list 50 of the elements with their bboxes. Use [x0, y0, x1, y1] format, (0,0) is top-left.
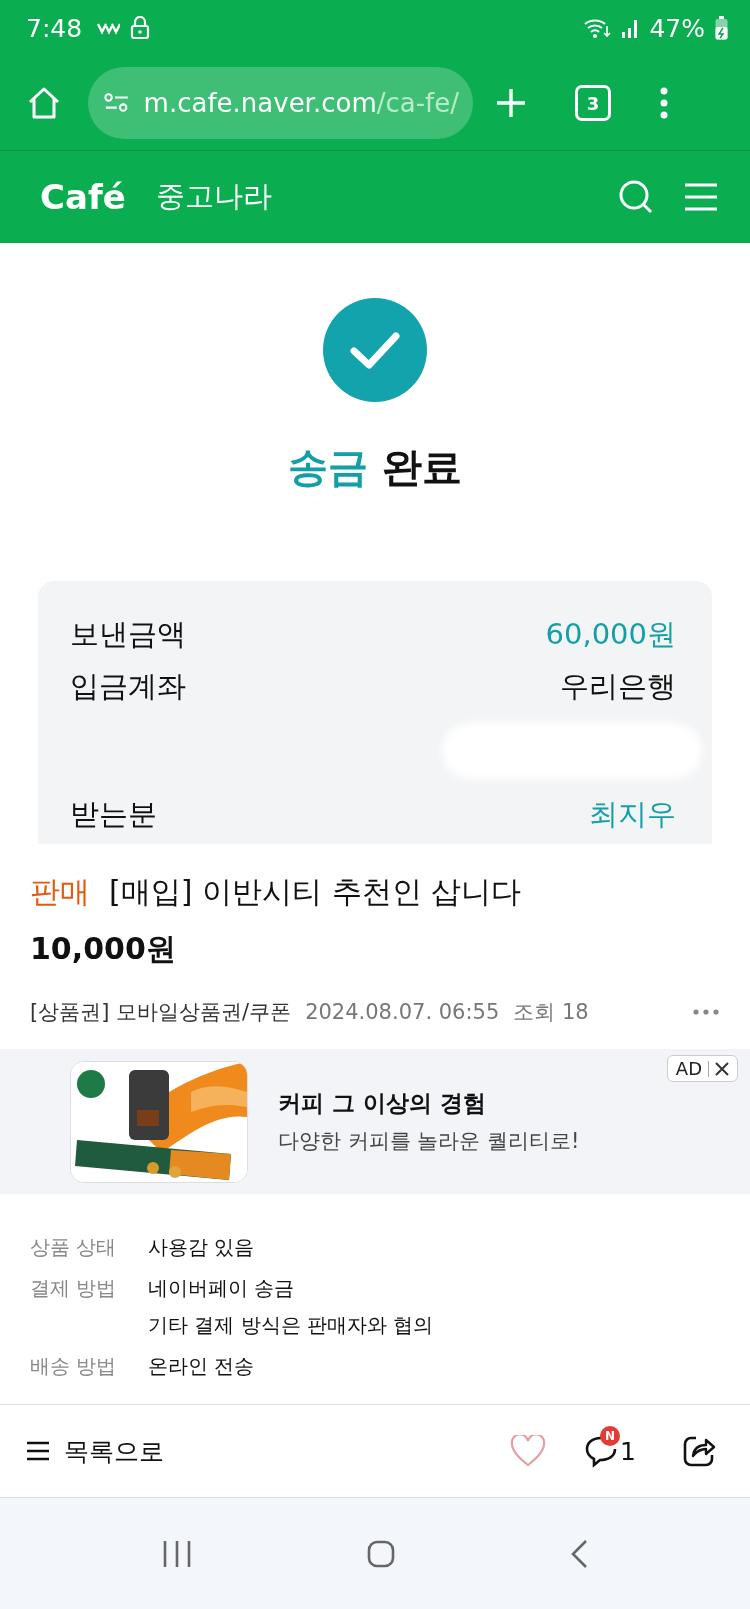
site-settings-icon[interactable] — [104, 91, 130, 115]
transfer-complete-title: 송금 완료 — [288, 443, 462, 492]
new-badge: N — [600, 1426, 621, 1446]
clock-time: 7:48 — [26, 13, 83, 43]
list-icon — [26, 1441, 50, 1461]
summary-value: 최지우 — [589, 796, 676, 833]
check-circle-icon — [323, 298, 427, 402]
ad-subline: 다양한 커피를 놀라운 퀄리티로! — [278, 1128, 580, 1155]
post-title: 판매 [매입] 이반시티 추천인 삽니다 — [30, 873, 523, 911]
view-count: 조회 18 — [513, 999, 589, 1026]
detail-value: 사용감 있음 — [148, 1234, 255, 1261]
post-category[interactable]: [상품권] 모바일상품권/쿠폰 — [30, 998, 292, 1026]
url-path: /ca-fe/ — [376, 88, 459, 118]
summary-label: 입금계좌 — [70, 668, 186, 705]
more-menu-icon[interactable] — [659, 87, 669, 119]
battery-percentage: 47% — [649, 13, 705, 43]
ad-label[interactable]: AD — [666, 1055, 738, 1082]
detail-value: 네이버페이 송금 — [148, 1275, 296, 1302]
detail-label: 결제 방법 — [30, 1275, 118, 1302]
signal-strength-icon — [96, 21, 121, 35]
new-tab-icon[interactable] — [495, 87, 527, 119]
search-icon[interactable] — [618, 179, 654, 215]
wifi-icon — [583, 16, 612, 40]
post-price: 10,000원 — [30, 930, 177, 968]
detail-value: 온라인 전송 — [148, 1353, 255, 1380]
summary-value: 우리은행 — [560, 668, 676, 705]
detail-label: 상품 상태 — [30, 1234, 118, 1261]
url-host: m.cafe.naver.com — [143, 88, 377, 118]
detail-label: 배송 방법 — [30, 1353, 118, 1380]
ad-banner[interactable]: 커피 그 이상의 경험 다양한 커피를 놀라운 퀄리티로! AD — [0, 1049, 750, 1194]
share-icon[interactable] — [682, 1434, 716, 1468]
cellular-signal-icon — [621, 18, 640, 38]
lock-icon — [130, 16, 151, 40]
summary-value: 60,000원 — [545, 616, 676, 653]
detail-value: 기타 결제 방식은 판매자와 협의 — [148, 1312, 434, 1339]
battery-icon — [715, 16, 728, 40]
back-to-list-button[interactable]: 목록으로 — [26, 1434, 164, 1468]
close-icon[interactable] — [715, 1061, 729, 1076]
summary-label: 보낸금액 — [70, 616, 186, 653]
summary-label: 받는분 — [70, 796, 157, 833]
post-date: 2024.08.07. 06:55 — [305, 1000, 500, 1024]
home-icon[interactable] — [26, 85, 62, 121]
like-heart-icon[interactable] — [510, 1435, 547, 1467]
menu-icon[interactable] — [684, 182, 718, 212]
back-icon[interactable] — [570, 1538, 588, 1569]
home-button-icon[interactable] — [367, 1539, 395, 1568]
recent-apps-icon[interactable] — [162, 1539, 192, 1568]
ad-headline: 커피 그 이상의 경험 — [278, 1089, 488, 1118]
comment-count: 1 — [620, 1436, 636, 1466]
more-options-icon[interactable] — [692, 1008, 720, 1016]
